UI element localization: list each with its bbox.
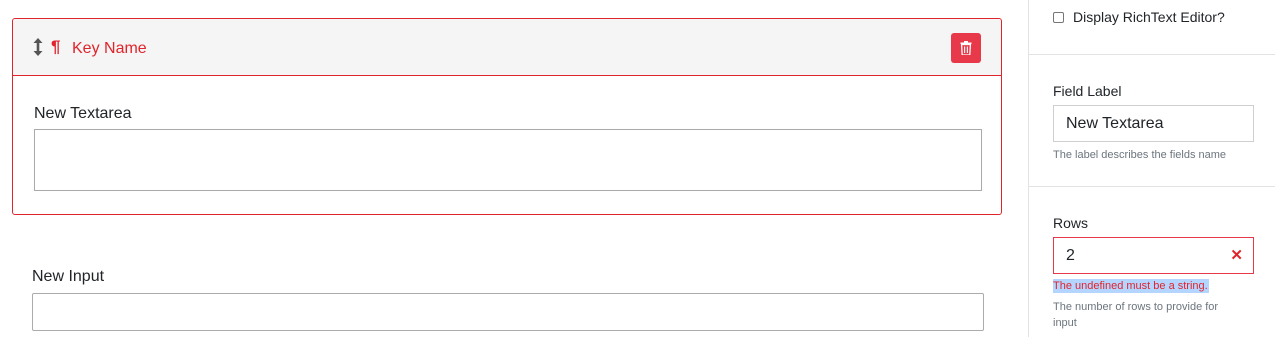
input-field-label: New Input: [32, 268, 105, 285]
richtext-checkbox-label: Display RichText Editor?: [1073, 9, 1225, 25]
textarea-field-label: New Textarea: [34, 105, 132, 122]
field-label-heading: Field Label: [1053, 83, 1122, 99]
field-label-input[interactable]: New Textarea: [1053, 105, 1254, 142]
richtext-checkbox-row[interactable]: Display RichText Editor?: [1053, 8, 1225, 26]
rows-value: 2: [1066, 247, 1075, 264]
textarea-input[interactable]: [34, 129, 982, 191]
field-label-help: The label describes the fields name: [1053, 149, 1227, 161]
trash-icon: [960, 41, 972, 55]
rows-error-message: The undefined must be a string.: [1053, 279, 1209, 293]
text-input[interactable]: [32, 293, 984, 331]
rows-input[interactable]: 2 ✕: [1053, 237, 1254, 274]
selected-field-card[interactable]: ¶ Key Name New Textarea: [12, 18, 1002, 215]
field-key-name: Key Name: [72, 40, 147, 57]
pilcrow-icon: ¶: [51, 37, 61, 56]
field-card-header: ¶ Key Name: [13, 19, 1001, 76]
section-divider: [1029, 186, 1275, 187]
section-divider: [1029, 54, 1275, 55]
rows-help-line-1: The number of rows to provide for: [1053, 301, 1219, 313]
rows-help-line-2: input: [1053, 317, 1077, 329]
drag-handle-icon[interactable]: [33, 38, 43, 56]
rows-heading: Rows: [1053, 215, 1089, 231]
x-icon[interactable]: ✕: [1230, 238, 1243, 273]
richtext-checkbox[interactable]: [1053, 11, 1064, 23]
delete-field-button[interactable]: [951, 33, 981, 63]
panel-divider: [1028, 0, 1029, 337]
